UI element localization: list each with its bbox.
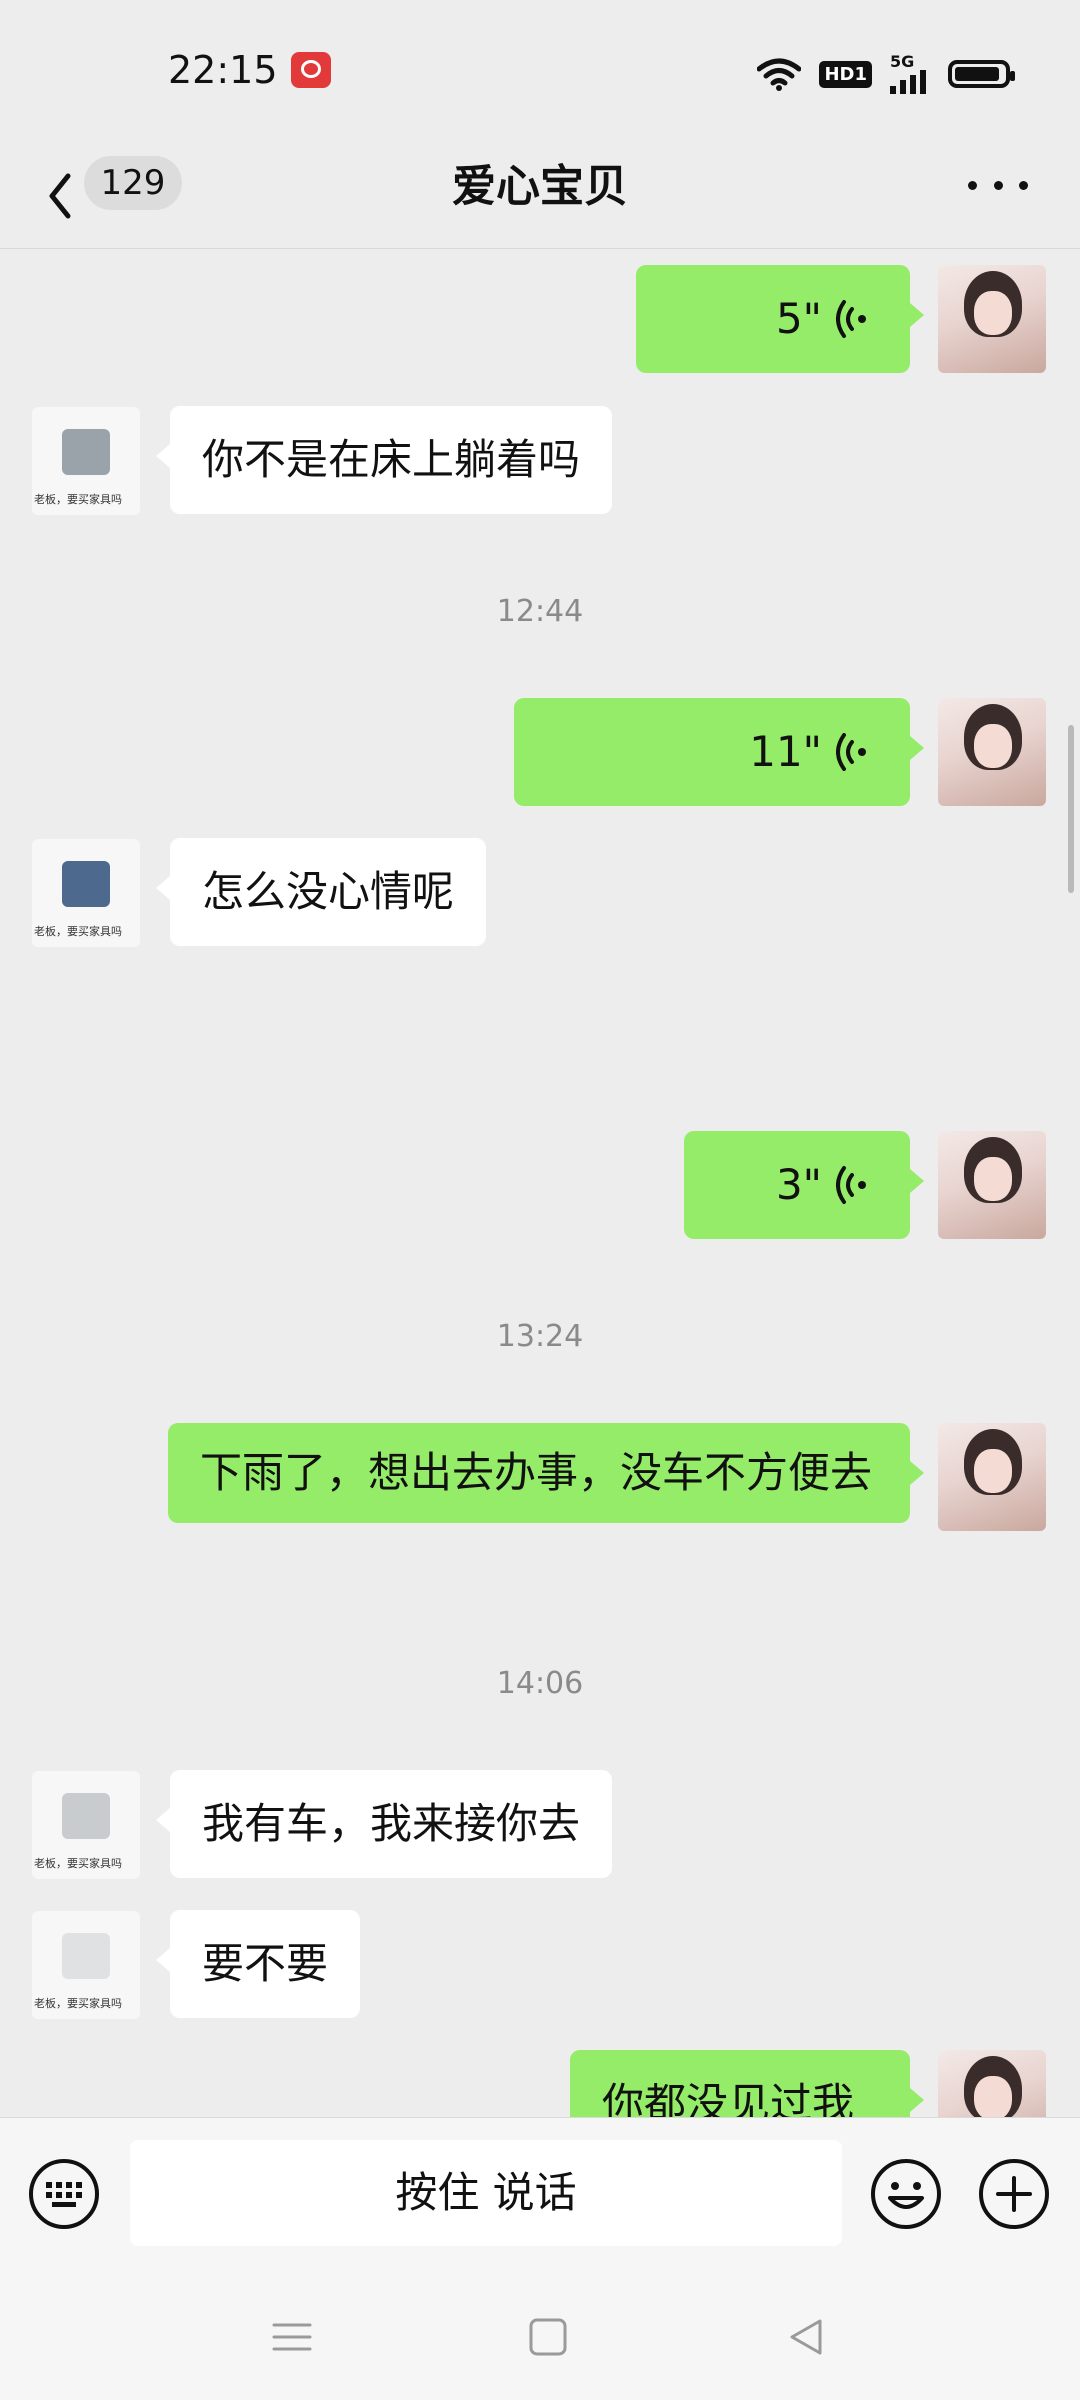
voice-message-bubble[interactable]: 11" bbox=[514, 698, 924, 806]
message-text: 你都没见过我 bbox=[602, 2079, 855, 2117]
back-triangle-icon[interactable] bbox=[784, 2315, 828, 2359]
system-nav-bar bbox=[0, 2273, 1080, 2400]
message-timestamp: 13:24 bbox=[496, 1319, 584, 1354]
status-bar: 22:15 HD1 5G bbox=[0, 0, 1080, 140]
text-message-bubble[interactable]: 你不是在床上躺着吗 bbox=[155, 406, 613, 514]
plus-circle-icon[interactable] bbox=[978, 2158, 1050, 2230]
chat-title: 爱心宝贝 bbox=[452, 161, 628, 212]
chat-header: 129 爱心宝贝 bbox=[0, 140, 1080, 249]
hd-voice-badge: HD1 bbox=[819, 60, 872, 88]
message-text: 要不要 bbox=[202, 1939, 329, 1988]
voice-message-bubble[interactable]: 5" bbox=[636, 265, 924, 373]
signal-icon: 5G bbox=[890, 54, 930, 94]
self-avatar[interactable] bbox=[938, 1423, 1046, 1531]
text-message-bubble[interactable]: 你都没见过我 bbox=[570, 2050, 924, 2117]
message-text: 下雨了，想出去办事，没车不方便去 bbox=[200, 1448, 873, 1497]
message-list[interactable]: 5" 老板，要买家具吗 你不是在床上躺着吗 12:44 11" 老板，要买家具吗… bbox=[0, 249, 1080, 2117]
wifi-icon bbox=[757, 58, 802, 91]
app-notification-icon bbox=[291, 52, 331, 88]
text-message-bubble[interactable]: 下雨了，想出去办事，没车不方便去 bbox=[168, 1423, 924, 1523]
voice-wave-icon bbox=[836, 1166, 866, 1204]
status-time: 22:15 bbox=[168, 48, 278, 92]
network-type-label: 5G bbox=[890, 52, 915, 71]
message-timestamp: 12:44 bbox=[496, 594, 584, 629]
menu-icon[interactable] bbox=[270, 2315, 314, 2359]
contact-avatar-caption: 老板，要买家具吗 bbox=[34, 925, 122, 938]
self-avatar[interactable] bbox=[938, 698, 1046, 806]
message-text: 怎么没心情呢 bbox=[202, 867, 455, 916]
more-options-icon[interactable] bbox=[968, 160, 1028, 210]
voice-wave-icon bbox=[836, 300, 866, 338]
emoji-icon[interactable] bbox=[870, 2158, 942, 2230]
status-icons: HD1 5G bbox=[757, 54, 1015, 94]
voice-duration: 5" bbox=[775, 294, 822, 343]
scrollbar-thumb[interactable] bbox=[1068, 725, 1074, 893]
battery-icon bbox=[948, 60, 1015, 88]
contact-avatar-caption: 老板，要买家具吗 bbox=[34, 1997, 122, 2010]
self-avatar[interactable] bbox=[938, 2050, 1046, 2117]
text-message-bubble[interactable]: 怎么没心情呢 bbox=[155, 838, 487, 946]
message-text: 我有车，我来接你去 bbox=[202, 1799, 581, 1848]
self-avatar[interactable] bbox=[938, 265, 1046, 373]
contact-avatar[interactable]: 老板，要买家具吗 bbox=[32, 1771, 140, 1879]
voice-message-bubble[interactable]: 3" bbox=[684, 1131, 924, 1239]
chat-input-bar: 按住 说话 bbox=[0, 2117, 1080, 2273]
home-square-icon[interactable] bbox=[526, 2315, 570, 2359]
contact-avatar-caption: 老板，要买家具吗 bbox=[34, 1857, 122, 1870]
keyboard-icon[interactable] bbox=[28, 2158, 100, 2230]
contact-avatar-caption: 老板，要买家具吗 bbox=[34, 493, 122, 506]
contact-avatar[interactable]: 老板，要买家具吗 bbox=[32, 839, 140, 947]
voice-wave-icon bbox=[836, 733, 866, 771]
message-timestamp: 14:06 bbox=[496, 1666, 584, 1701]
message-text: 你不是在床上躺着吗 bbox=[202, 435, 581, 484]
text-message-bubble[interactable]: 我有车，我来接你去 bbox=[155, 1770, 613, 1878]
contact-avatar[interactable]: 老板，要买家具吗 bbox=[32, 407, 140, 515]
voice-duration: 11" bbox=[749, 727, 822, 776]
voice-duration: 3" bbox=[775, 1160, 822, 1209]
text-message-bubble[interactable]: 要不要 bbox=[155, 1910, 361, 2018]
self-avatar[interactable] bbox=[938, 1131, 1046, 1239]
contact-avatar[interactable]: 老板，要买家具吗 bbox=[32, 1911, 140, 2019]
hold-to-talk-button[interactable]: 按住 说话 bbox=[130, 2140, 842, 2246]
